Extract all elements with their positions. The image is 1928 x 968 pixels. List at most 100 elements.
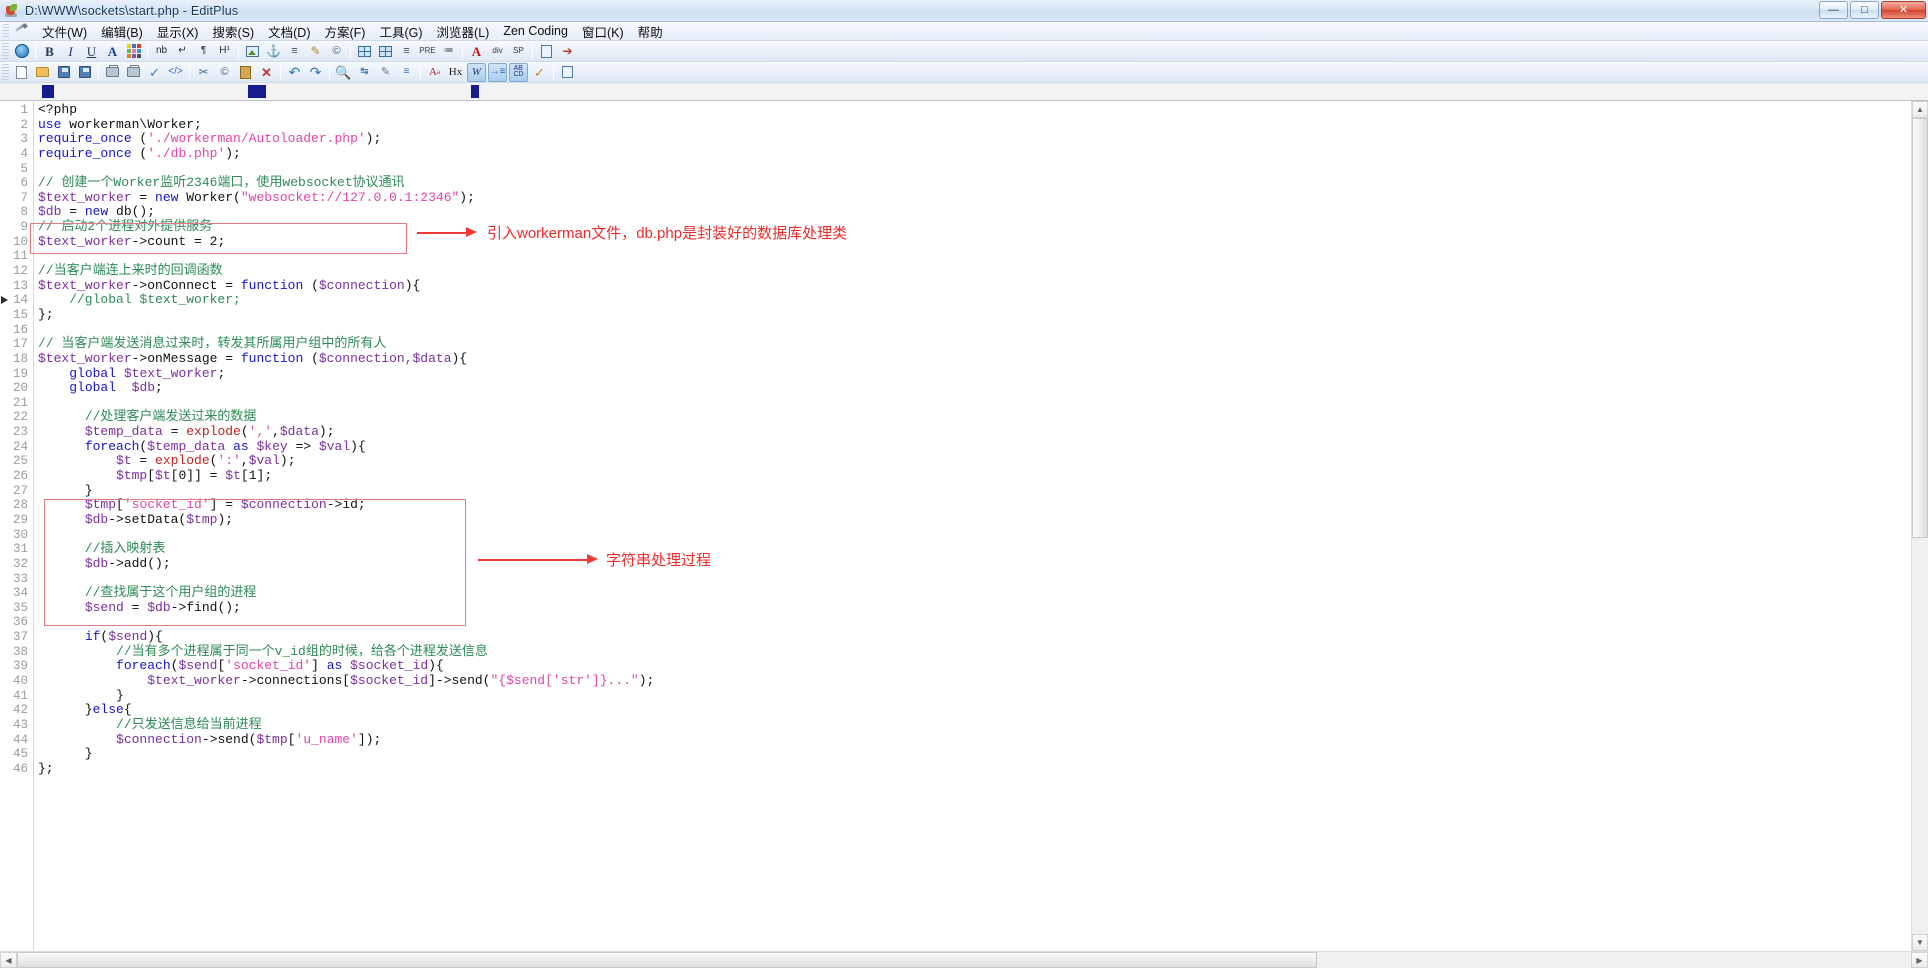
table-row-icon[interactable] (376, 42, 395, 61)
scroll-left-button[interactable]: ◀ (0, 952, 17, 968)
toolbar-drag-grip[interactable] (2, 63, 9, 81)
code-line[interactable]: global $db; (38, 380, 1928, 396)
align-icon[interactable]: ≡ (397, 42, 416, 61)
find-in-files-icon[interactable]: ✎ (376, 63, 395, 82)
line-break-icon[interactable]: ↵ (173, 42, 192, 61)
code-line[interactable]: } (38, 746, 1928, 762)
menu-window[interactable]: 窗口(K) (575, 21, 631, 42)
horizontal-scrollbar[interactable]: ◀ ▶ (0, 951, 1928, 968)
paste-icon[interactable] (236, 63, 255, 82)
code-line[interactable]: //只发送信息给当前进程 (38, 717, 1928, 733)
italic-icon[interactable]: I (61, 42, 80, 61)
bookmark-arrow-icon[interactable] (1, 296, 9, 305)
code-line[interactable]: //global $text_worker; (38, 293, 1928, 308)
color-palette-icon[interactable] (124, 42, 143, 61)
spell-check-icon[interactable]: ✓ (145, 63, 164, 82)
toggle-check-icon[interactable]: ✓ (530, 63, 549, 82)
code-line[interactable]: // 创建一个Worker监听2346端口，使用websocket协议通讯 (38, 175, 1928, 191)
code-line[interactable] (38, 528, 1928, 543)
menu-zen-coding[interactable]: Zen Coding (496, 23, 575, 39)
document-selector-icon[interactable] (558, 63, 577, 82)
menubar-drag-grip[interactable] (2, 23, 9, 39)
undo-icon[interactable]: ↶ (285, 63, 304, 82)
underline-icon[interactable]: U (82, 42, 101, 61)
maximize-button[interactable]: □ (1850, 1, 1879, 19)
bold-icon[interactable]: B (40, 42, 59, 61)
code-line[interactable]: $tmp[$t[0]] = $t[1]; (38, 468, 1928, 484)
preformatted-icon[interactable]: PRE (418, 42, 437, 61)
goto-line-icon[interactable]: ≡ (397, 63, 416, 82)
horizontal-scroll-track[interactable] (1317, 952, 1911, 968)
span-tag-icon[interactable]: SP (509, 42, 528, 61)
insert-image-icon[interactable] (243, 42, 262, 61)
code-line[interactable]: <?php (38, 102, 1928, 118)
code-line[interactable]: foreach($temp_data as $key => $val){ (38, 439, 1928, 455)
horizontal-scroll-thumb[interactable] (17, 952, 1317, 968)
anchor-icon[interactable]: ⚓ (264, 42, 283, 61)
code-line[interactable]: $t = explode(':',$val); (38, 454, 1928, 469)
code-line[interactable]: }; (38, 761, 1928, 777)
minimize-button[interactable]: — (1819, 1, 1848, 19)
nbsp-icon[interactable]: nb (152, 42, 171, 61)
code-line[interactable]: global $text_worker; (38, 366, 1928, 382)
code-line[interactable] (38, 572, 1928, 587)
code-line[interactable]: }else{ (38, 702, 1928, 718)
indent-icon[interactable]: →≡ (488, 62, 507, 82)
code-line[interactable]: // 当客户端发送消息过来时，转发其所属用户组中的所有人 (38, 336, 1928, 352)
scroll-up-button[interactable]: ▲ (1912, 101, 1928, 118)
div-tag-icon[interactable]: div (488, 42, 507, 61)
copyright-icon[interactable]: © (327, 42, 346, 61)
menu-tools[interactable]: 工具(G) (372, 21, 429, 42)
list-icon[interactable]: ≔ (439, 42, 458, 61)
menu-help[interactable]: 帮助 (631, 21, 670, 42)
code-line[interactable]: //插入映射表 (38, 541, 1928, 557)
code-line[interactable]: //当客户端连上来时的回调函数 (38, 263, 1928, 279)
vertical-scroll-track[interactable] (1912, 538, 1928, 934)
menu-file[interactable]: 文件(W) (35, 21, 94, 42)
code-line[interactable]: $db->setData($tmp); (38, 512, 1928, 528)
word-wrap-icon[interactable]: W (467, 62, 486, 82)
save-file-icon[interactable] (54, 63, 73, 82)
insert-table-icon[interactable] (355, 42, 374, 61)
open-browser-icon[interactable]: ➔ (558, 42, 577, 61)
code-line[interactable]: require_once ('./db.php'); (38, 146, 1928, 162)
code-line[interactable]: $text_worker->connections[$socket_id]->s… (38, 673, 1928, 689)
editor-area[interactable]: 1 2 3 4 5 6 7 8 9 10 11 12 13 14 15 16 17 18 19 20 21 22 23 24 2… (0, 101, 1928, 951)
code-line[interactable]: $text_worker = new Worker("websocket://1… (38, 190, 1928, 206)
abcd-sort-icon[interactable]: AB CD (509, 62, 528, 82)
new-file-icon[interactable] (12, 63, 31, 82)
find-icon[interactable]: 🔍 (334, 63, 353, 82)
delete-icon[interactable]: ✕ (257, 63, 276, 82)
code-line[interactable]: $db->add(); (38, 556, 1928, 572)
print-preview-icon[interactable] (103, 63, 122, 82)
code-line[interactable]: $db = new db(); (38, 205, 1928, 220)
code-line[interactable]: // 启动2个进程对外提供服务 (38, 219, 1928, 235)
code-text-area[interactable]: <?php use workerman\Worker; require_once (… (34, 101, 1928, 951)
save-all-icon[interactable] (75, 63, 94, 82)
font-color-icon[interactable]: A (103, 42, 122, 61)
code-line[interactable]: } (38, 483, 1928, 499)
code-line[interactable]: $connection->send($tmp['u_name']); (38, 732, 1928, 748)
code-line[interactable]: $text_worker->onMessage = function ($con… (38, 351, 1928, 367)
code-line[interactable]: $tmp['socket_id'] = $connection->id; (38, 497, 1928, 513)
vertical-scrollbar[interactable]: ▲ ▼ (1911, 101, 1928, 951)
vertical-scroll-thumb[interactable] (1912, 118, 1928, 538)
horizontal-rule-icon[interactable]: ≡ (285, 42, 304, 61)
menu-browser[interactable]: 浏览器(L) (430, 21, 497, 42)
redo-icon[interactable]: ↷ (306, 63, 325, 82)
browser-preview-icon[interactable] (12, 42, 31, 61)
hex-view-icon[interactable]: Hx (446, 63, 465, 82)
code-line[interactable]: foreach($send['socket_id'] as $socket_id… (38, 659, 1928, 674)
replace-icon[interactable]: ↹ (355, 63, 374, 82)
code-line[interactable]: $send = $db->find(); (38, 600, 1928, 616)
paragraph-icon[interactable]: ¶ (194, 42, 213, 61)
code-line[interactable]: }; (38, 307, 1928, 323)
close-button[interactable]: ✕ (1881, 1, 1926, 19)
open-file-icon[interactable] (33, 63, 52, 82)
scroll-right-button[interactable]: ▶ (1911, 952, 1928, 968)
code-line[interactable]: require_once ('./workerman/Autoloader.ph… (38, 131, 1928, 147)
code-line[interactable] (38, 396, 1928, 411)
print-icon[interactable] (124, 63, 143, 82)
menu-project[interactable]: 方案(F) (318, 21, 373, 42)
code-line[interactable]: $text_worker->count = 2; (38, 234, 1928, 250)
